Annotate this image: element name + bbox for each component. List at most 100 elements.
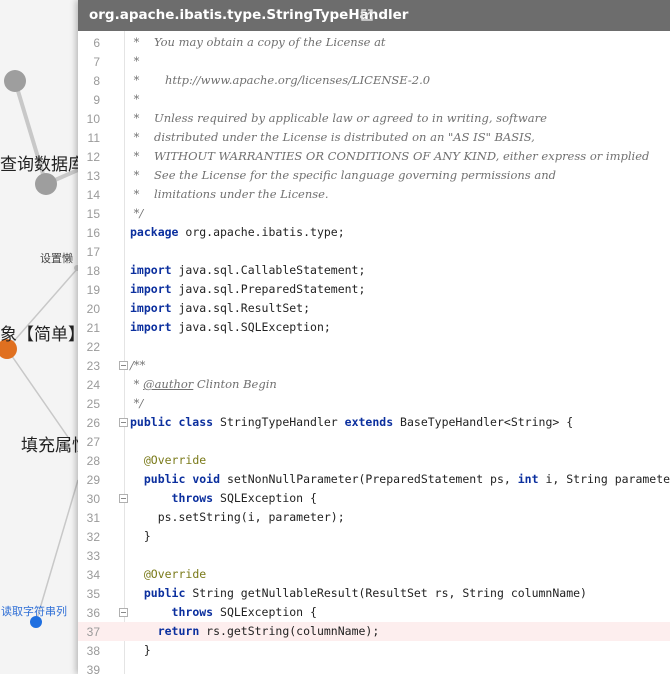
code-viewer-titlebar: org.apache.ibatis.type.StringTypeHandler <box>78 0 670 31</box>
code-text: */ <box>130 206 144 220</box>
code-comment: * <box>130 92 140 106</box>
code-text: * limitations under the License. <box>130 187 329 201</box>
code-keyword: import <box>130 320 172 334</box>
line-number: 34 <box>86 568 100 582</box>
line-number: 18 <box>86 264 100 278</box>
code-token: } <box>130 643 151 657</box>
mindmap-label-set-object[interactable]: 设置懒 <box>40 250 73 266</box>
code-line[interactable]: 7 * <box>78 52 670 71</box>
code-comment: * http://www.apache.org/licenses/LICENSE… <box>130 73 431 87</box>
code-line[interactable]: 35 public String getNullableResult(Resul… <box>78 584 670 603</box>
code-line[interactable]: 23 /** <box>78 356 670 375</box>
code-keyword: throws <box>171 491 214 505</box>
code-text: * distributed under the License is distr… <box>130 130 535 144</box>
code-line[interactable]: 13 * See the License for the specific la… <box>78 166 670 185</box>
code-text: public void setNonNullParameter(Prepared… <box>130 472 670 486</box>
line-number: 6 <box>93 36 100 50</box>
line-number: 22 <box>86 340 100 354</box>
code-line-highlighted[interactable]: 37 return rs.getString(columnName); <box>78 622 670 641</box>
external-link-icon[interactable] <box>360 8 374 22</box>
code-keyword: package <box>130 225 179 239</box>
line-number: 24 <box>86 378 100 392</box>
line-number: 27 <box>86 435 100 449</box>
code-line[interactable]: 20 import java.sql.ResultSet; <box>78 299 670 318</box>
line-number: 14 <box>86 188 100 202</box>
mindmap-edge <box>35 479 78 623</box>
line-number: 8 <box>93 74 100 88</box>
code-line[interactable]: 26 public class StringTypeHandler extends… <box>78 413 670 432</box>
code-comment: * You may obtain a copy of the License a… <box>130 35 386 49</box>
code-line[interactable]: 18 import java.sql.CallableStatement; <box>78 261 670 280</box>
code-text: } <box>130 643 151 657</box>
code-line[interactable]: 38 } <box>78 641 670 660</box>
code-line[interactable]: 11 * distributed under the License is di… <box>78 128 670 147</box>
mindmap-label-query-db[interactable]: 查询数据库 <box>0 150 78 175</box>
code-line[interactable]: 34 @Override <box>78 565 670 584</box>
line-number: 17 <box>86 245 100 259</box>
code-line[interactable]: 39 <box>78 660 670 674</box>
code-text: @Override <box>130 567 206 581</box>
code-keyword: import <box>130 282 172 296</box>
code-comment: /** <box>130 358 146 372</box>
code-comment: */ <box>130 206 144 220</box>
code-line[interactable]: 27 <box>78 432 670 451</box>
fold-toggle-icon[interactable] <box>119 494 128 503</box>
line-number: 30 <box>86 492 100 506</box>
code-comment: * Unless required by applicable law or a… <box>130 111 547 125</box>
mindmap-node-top <box>4 70 26 92</box>
code-line[interactable]: 36 throws SQLException { <box>78 603 670 622</box>
code-line[interactable]: 32 } <box>78 527 670 546</box>
code-keyword: public <box>143 586 186 600</box>
code-annotation: @Override <box>143 567 207 581</box>
code-text: * <box>130 92 140 106</box>
line-number: 19 <box>86 283 100 297</box>
mindmap-label-object-simple[interactable]: 象【简单】 <box>0 320 78 345</box>
code-token: java.sql.ResultSet; <box>171 301 311 315</box>
code-line[interactable]: 14 * limitations under the License. <box>78 185 670 204</box>
code-keyword: public void <box>143 472 221 486</box>
code-comment: * distributed under the License is distr… <box>130 130 535 144</box>
code-line[interactable]: 9 * <box>78 90 670 109</box>
line-number: 23 <box>86 359 100 373</box>
code-line[interactable]: 6 * You may obtain a copy of the License… <box>78 33 670 52</box>
code-line[interactable]: 10 * Unless required by applicable law o… <box>78 109 670 128</box>
code-line[interactable]: 16 package org.apache.ibatis.type; <box>78 223 670 242</box>
code-line[interactable]: 21 import java.sql.SQLException; <box>78 318 670 337</box>
code-line[interactable]: 33 <box>78 546 670 565</box>
code-line[interactable]: 30 throws SQLException { <box>78 489 670 508</box>
fold-toggle-icon[interactable] <box>119 418 128 427</box>
code-line[interactable]: 12 * WITHOUT WARRANTIES OR CONDITIONS OF… <box>78 147 670 166</box>
fold-toggle-icon[interactable] <box>119 608 128 617</box>
code-token: java.sql.SQLException; <box>171 320 331 334</box>
line-number: 29 <box>86 473 100 487</box>
mindmap-label-fill-props[interactable]: 填充属性 <box>21 431 78 456</box>
mindmap-canvas[interactable]: 查询数据库 设置懒 象【简单】 填充属性 读取字符串列 <box>0 0 78 674</box>
code-line[interactable]: 25 */ <box>78 394 670 413</box>
code-line[interactable]: 22 <box>78 337 670 356</box>
code-text: throws SQLException { <box>130 605 317 619</box>
code-line[interactable]: 28 @Override <box>78 451 670 470</box>
code-token: StringTypeHandler <box>213 415 345 429</box>
line-number: 21 <box>86 321 100 335</box>
code-token: SQLException { <box>213 605 317 619</box>
code-line[interactable]: 15 */ <box>78 204 670 223</box>
code-line[interactable]: 29 public void setNonNullParameter(Prepa… <box>78 470 670 489</box>
code-token: rs.getString(columnName); <box>199 624 380 638</box>
code-line[interactable]: 19 import java.sql.PreparedStatement; <box>78 280 670 299</box>
line-number: 39 <box>86 663 100 674</box>
code-keyword: extends <box>344 415 394 429</box>
line-number: 10 <box>86 112 100 126</box>
code-token: String getNullableResult(ResultSet rs, S… <box>185 586 587 600</box>
code-line[interactable]: 31 ps.setString(i, parameter); <box>78 508 670 527</box>
source-code-area[interactable]: 6 * You may obtain a copy of the License… <box>78 31 670 674</box>
code-line[interactable]: 17 <box>78 242 670 261</box>
fold-toggle-icon[interactable] <box>119 361 128 370</box>
line-number: 33 <box>86 549 100 563</box>
code-line[interactable]: 24 * @author Clinton Begin <box>78 375 670 394</box>
code-line[interactable]: 8 * http://www.apache.org/licenses/LICEN… <box>78 71 670 90</box>
code-text: } <box>130 529 151 543</box>
mindmap-label-read-string[interactable]: 读取字符串列 <box>1 603 67 619</box>
